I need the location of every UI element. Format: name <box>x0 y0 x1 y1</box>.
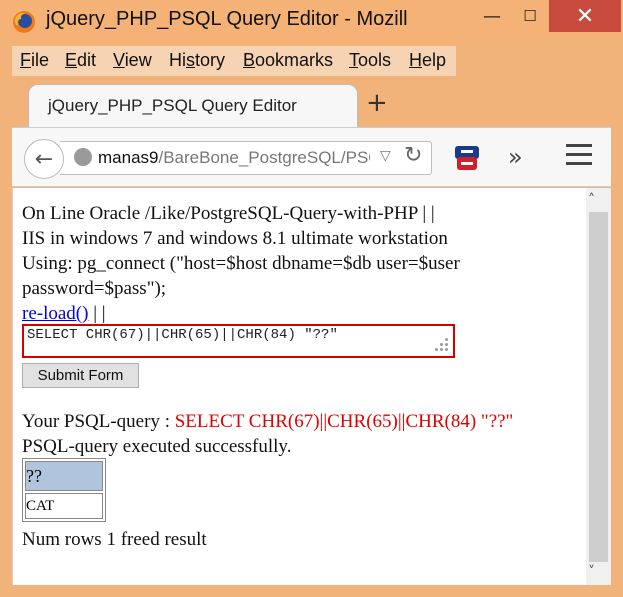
new-tab-plus-icon[interactable]: + <box>366 88 388 118</box>
menu-history[interactable]: History <box>169 50 225 71</box>
menu-bookmarks[interactable]: Bookmarks <box>243 50 333 71</box>
query-label: Your PSQL-query : <box>22 411 175 432</box>
status-message: PSQL-query executed successfully. <box>22 436 292 457</box>
youtube-addon-icon[interactable] <box>452 143 482 173</box>
tab-label: jQuery_PHP_PSQL Query Editor <box>48 96 297 115</box>
globe-icon <box>74 148 92 166</box>
reload-line: re-load() | | <box>22 301 106 326</box>
url-path: /BareBone_PostgreSQL/PSQL <box>158 148 370 167</box>
result-table: ?? CAT <box>22 458 106 522</box>
intro-line-3: Using: pg_connect ("host=$host dbname=$d… <box>22 253 460 274</box>
back-button[interactable]: ← <box>24 139 64 179</box>
table-header-cell: ?? <box>25 461 103 491</box>
scroll-down-arrow-icon[interactable]: ˅ <box>588 564 595 580</box>
table-row: CAT <box>25 493 103 519</box>
reload-link[interactable]: re-load() <box>22 303 88 324</box>
url-dropdown-icon[interactable]: ▽ <box>380 148 391 164</box>
table-header-row: ?? <box>25 461 103 491</box>
scroll-up-arrow-icon[interactable]: ˄ <box>588 192 595 208</box>
maximize-button[interactable]: ☐ <box>511 0 549 32</box>
scrollbar-thumb[interactable] <box>589 212 608 562</box>
submit-form-button[interactable]: Submit Form <box>22 363 139 388</box>
menu-help[interactable]: Help <box>409 50 446 71</box>
reload-icon[interactable]: ↻ <box>404 143 422 168</box>
query-echo-text: SELECT CHR(67)||CHR(65)||CHR(84) "??" <box>174 411 514 432</box>
hamburger-menu-icon[interactable] <box>566 144 592 166</box>
close-button[interactable]: ✕ <box>549 0 621 32</box>
reload-after-text: | | <box>93 303 106 324</box>
firefox-logo-icon <box>13 11 35 33</box>
menu-tools[interactable]: Tools <box>349 50 391 71</box>
menu-file[interactable]: File <box>20 50 49 71</box>
intro-line-4: password=$pass"); <box>22 278 167 299</box>
url-text[interactable]: manas9/BareBone_PostgreSQL/PSQL <box>98 148 370 168</box>
overflow-chevron-icon[interactable]: » <box>508 143 523 171</box>
table-cell: CAT <box>25 493 103 519</box>
textarea-resize-grip-icon[interactable] <box>433 338 451 354</box>
url-host: manas9 <box>98 148 159 167</box>
minimize-button[interactable]: — <box>473 0 511 32</box>
query-textarea[interactable] <box>22 324 455 358</box>
menu-edit[interactable]: Edit <box>65 50 96 71</box>
query-echo-line: Your PSQL-query : SELECT CHR(67)||CHR(65… <box>22 409 513 434</box>
menu-view[interactable]: View <box>113 50 152 71</box>
num-rows-text: Num rows 1 freed result <box>22 529 207 550</box>
window-title: jQuery_PHP_PSQL Query Editor - Mozill <box>46 8 408 30</box>
window-bottom-frame <box>0 585 623 597</box>
intro-line-2: IIS in windows 7 and windows 8.1 ultimat… <box>22 228 448 249</box>
intro-line-1: On Line Oracle /Like/PostgreSQL-Query-wi… <box>22 203 435 224</box>
menu-bar: File Edit View History Bookmarks Tools H… <box>12 46 456 76</box>
